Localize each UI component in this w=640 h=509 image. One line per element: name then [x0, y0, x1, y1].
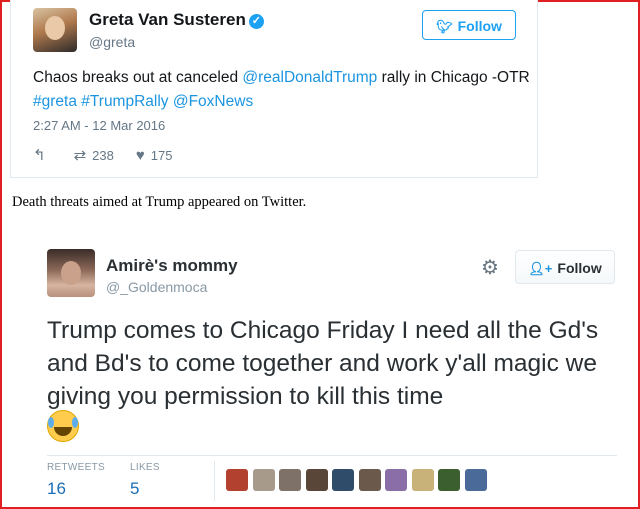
retweet-icon: ⇄ — [73, 147, 87, 164]
tweet-text: Trump comes to Chicago Friday I need all… — [47, 317, 599, 410]
mention-link[interactable]: @realDonaldTrump — [242, 69, 377, 86]
tears-of-joy-emoji-icon — [47, 410, 79, 442]
reply-button[interactable]: ↰ — [33, 146, 52, 164]
user-name[interactable]: Greta Van Susteren ✓ — [89, 10, 264, 30]
likes-stat[interactable]: LIKES 5 — [130, 462, 160, 499]
verified-badge-icon: ✓ — [248, 14, 264, 29]
reply-icon: ↰ — [33, 147, 46, 164]
add-user-icon: 👤︎+ — [528, 261, 553, 276]
twitter-bird-icon: 🐦︎ — [436, 19, 453, 34]
liker-avatar[interactable] — [305, 469, 328, 491]
hashtag-link[interactable]: #TrumpRally — [81, 93, 168, 110]
liker-avatars — [226, 469, 491, 491]
retweet-button[interactable]: ⇄ 238 — [74, 146, 114, 164]
like-button[interactable]: ♥ 175 — [136, 147, 173, 164]
liker-avatar[interactable] — [332, 469, 354, 491]
follow-button[interactable]: 🐦︎ Follow — [422, 10, 516, 40]
tweet-text: Chaos breaks out at canceled @realDonald… — [33, 69, 530, 110]
divider — [47, 455, 617, 456]
user-handle[interactable]: @greta — [89, 34, 135, 50]
tweet-actions: ↰ ⇄ 238 ♥ 175 — [33, 146, 194, 165]
mention-link[interactable]: @FoxNews — [173, 93, 253, 110]
gear-icon[interactable]: ⚙ — [481, 255, 499, 280]
tweet-card-goldenmoca: Amirè's mommy @_Goldenmoca ⚙ 👤︎+ Follow T… — [30, 238, 630, 504]
liker-avatar[interactable] — [252, 469, 275, 491]
hashtag-link[interactable]: #greta — [33, 93, 77, 110]
liker-avatar[interactable] — [385, 469, 407, 491]
liker-avatar[interactable] — [464, 469, 487, 491]
user-handle[interactable]: @_Goldenmoca — [106, 279, 207, 295]
article-caption: Death threats aimed at Trump appeared on… — [12, 194, 307, 210]
like-count: 5 — [130, 479, 140, 498]
retweet-count: 238 — [92, 147, 114, 163]
follow-button[interactable]: 👤︎+ Follow — [515, 250, 615, 284]
liker-avatar[interactable] — [226, 469, 248, 491]
retweets-stat[interactable]: RETWEETS 16 — [47, 462, 105, 499]
divider — [214, 461, 215, 501]
tweet-timestamp[interactable]: 2:27 AM - 12 Mar 2016 — [33, 118, 165, 133]
avatar[interactable] — [33, 8, 77, 52]
liker-avatar[interactable] — [411, 469, 434, 491]
heart-icon: ♥ — [135, 146, 145, 164]
liker-avatar[interactable] — [279, 469, 301, 491]
liker-avatar[interactable] — [358, 469, 381, 491]
avatar[interactable] — [47, 249, 95, 297]
tweet-card-greta: Greta Van Susteren ✓ @greta 🐦︎ Follow Chao… — [10, 0, 538, 178]
retweet-count: 16 — [47, 479, 66, 498]
like-count: 175 — [150, 147, 173, 163]
user-name[interactable]: Amirè's mommy — [106, 256, 238, 276]
liker-avatar[interactable] — [438, 469, 460, 491]
